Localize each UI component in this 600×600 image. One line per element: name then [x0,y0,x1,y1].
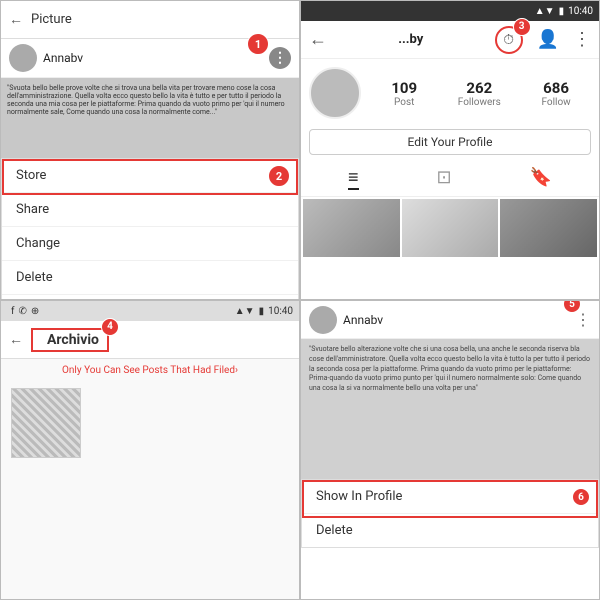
stat-post-label: Post [394,97,414,108]
status-signal: ▲▼ [535,6,555,17]
badge-1: 1 [247,33,269,55]
arch-title: Archivio [47,332,99,348]
dropdown-menu-panel1: 2 Store Share Change Delete Disable Comm… [1,158,299,300]
stat-following-num: 686 [543,79,569,97]
stat-followers-num: 262 [466,79,492,97]
edit-profile-button[interactable]: Edit Your Profile [309,129,591,155]
ig-grid-icons: ≡ ⊡ 🔖 [301,161,599,197]
menu-item-change[interactable]: Change [2,227,298,261]
arch-back-icon[interactable]: ← [9,331,23,348]
ig-stats: 109 Post 262 Followers 686 Follow [371,79,591,108]
menu-item-store[interactable]: Store [2,159,298,193]
photo-thumb-2[interactable] [402,199,499,257]
more-icon-panel4[interactable]: ⋮ [575,310,591,329]
ig-username-header: ...by [335,32,487,47]
stat-followers-label: Followers [458,97,501,108]
post-text-panel1: "Svuota bello belle prove volte che si t… [1,78,299,158]
stat-post-num: 109 [391,79,417,97]
grid-bookmark-icon[interactable]: 🔖 [530,167,552,190]
status-bar-panel2: ▲▼ ▮ 10:40 [301,1,599,21]
panel-instagram-profile: ▲▼ ▮ 10:40 ← ...by ⏱ 3 👤 ⋮ 109 Post 262 … [300,0,600,300]
post-text-panel4: "Svuotare bello alterazione volte che si… [309,345,590,392]
stat-following-label: Follow [541,97,570,108]
status-battery: ▮ [559,6,565,17]
post4-dropdown: 6 Show In Profile Delete [301,479,599,548]
stat-followers: 262 Followers [458,79,501,108]
arch-subtitle: Only You Can See Posts That Had Filed› [1,359,299,380]
status-time: 10:40 [568,6,593,17]
avatar-panel4 [309,306,337,334]
stat-post: 109 Post [391,79,417,108]
badge-6: 6 [572,488,590,506]
username-panel4: Annabv [343,313,575,327]
facebook-icon: f [11,306,14,317]
arch-signal: ▲▼ [235,306,255,317]
stat-following: 686 Follow [541,79,570,108]
profile-avatar [309,67,361,119]
history-icon[interactable]: ⏱ [503,32,514,48]
more-icon-panel1[interactable]: ⋮ [269,47,291,69]
ig-history-container: ⏱ 3 [495,26,523,54]
ig-add-person-icon[interactable]: 👤 [537,29,559,50]
arch-post-thumb[interactable] [11,388,81,458]
post-body-panel4: "Svuotare bello alterazione volte che si… [301,339,599,479]
ig-photo-grid [301,197,599,259]
arch-status-bar: f ✆ ⊕ ▲▼ ▮ 10:40 [1,301,299,321]
badge-4: 4 [101,318,119,336]
panel1-title: Picture [31,12,291,27]
photo-thumb-3[interactable] [500,199,597,257]
social-icons: f ✆ ⊕ [7,306,231,317]
grid-person-icon[interactable]: ⊡ [436,167,451,190]
menu-item-delete[interactable]: Delete [2,261,298,295]
back-arrow-icon[interactable]: ← [9,11,23,28]
post-content-panel1: "Svuota bello belle prove volte che si t… [1,78,299,158]
avatar-panel1 [9,44,37,72]
menu-item-delete-panel4[interactable]: Delete [302,514,598,547]
badge-2: 2 [268,165,290,187]
circle-icon: ⊕ [31,306,39,317]
photo-thumb-1[interactable] [303,199,400,257]
arch-battery: ▮ [259,306,265,317]
panel-archivio: f ✆ ⊕ ▲▼ ▮ 10:40 ← Archivio 4 Only You C… [0,300,300,600]
arch-title-box: Archivio 4 [31,328,109,352]
menu-item-share[interactable]: Share [2,193,298,227]
panel-picture-menu: ← Picture Annabv ⋮ 1 "Svuota bello belle… [0,0,300,300]
grid-list-icon[interactable]: ≡ [348,167,359,190]
arch-time: 10:40 [268,306,293,317]
arch-thumb-inner [12,389,80,457]
arch-header: ← Archivio 4 [1,321,299,359]
post4-header: Annabv ⋮ 5 [301,301,599,339]
panel-post-menu: Annabv ⋮ 5 "Svuotare bello alterazione v… [300,300,600,600]
badge-3: 3 [513,18,531,36]
whatsapp-icon: ✆ [18,306,26,317]
ig-back-icon[interactable]: ← [309,29,327,50]
ig-more-icon[interactable]: ⋮ [573,29,591,50]
ig-profile-row: 109 Post 262 Followers 686 Follow [301,59,599,123]
menu-item-show-in-profile[interactable]: Show In Profile [302,480,598,514]
username-panel1: Annabv [43,51,269,65]
ig-header: ← ...by ⏱ 3 👤 ⋮ [301,21,599,59]
